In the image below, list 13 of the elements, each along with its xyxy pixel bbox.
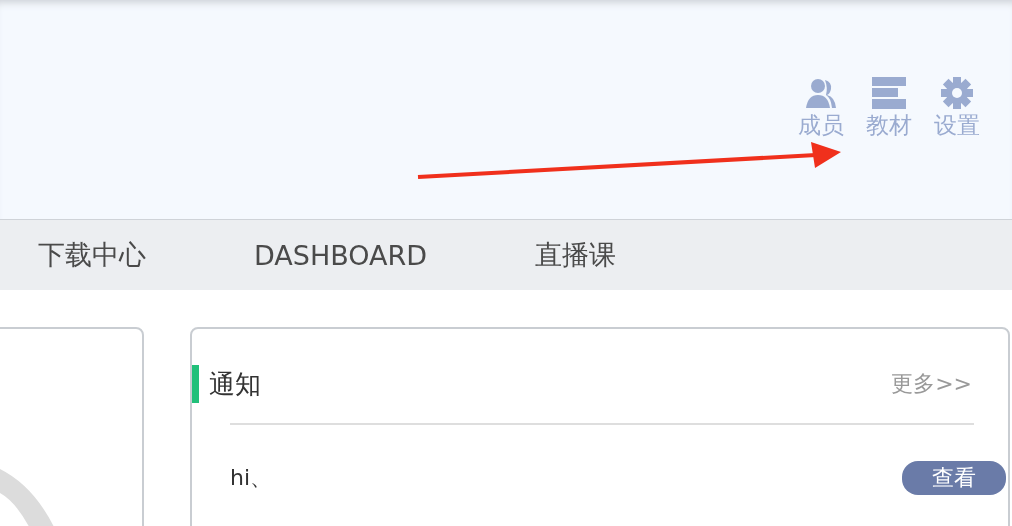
panel-title: 通知 — [209, 367, 261, 401]
accent-bar — [192, 365, 199, 403]
more-link[interactable]: 更多>> — [891, 369, 972, 399]
people-icon — [804, 76, 838, 110]
toolbar-button[interactable]: 教材 — [866, 76, 912, 141]
view-button[interactable]: 查看 — [902, 461, 1006, 495]
nav-link[interactable]: 下载中心 — [38, 237, 146, 273]
toolbar-button[interactable]: 成员 — [798, 76, 844, 141]
nav-link[interactable]: DASHBOARD — [254, 239, 428, 271]
toolbar-button[interactable]: 设置 — [934, 76, 980, 141]
books-icon — [870, 76, 908, 110]
notice-text: hi、 — [230, 464, 273, 492]
nav-link[interactable]: 直播课 — [535, 237, 617, 273]
